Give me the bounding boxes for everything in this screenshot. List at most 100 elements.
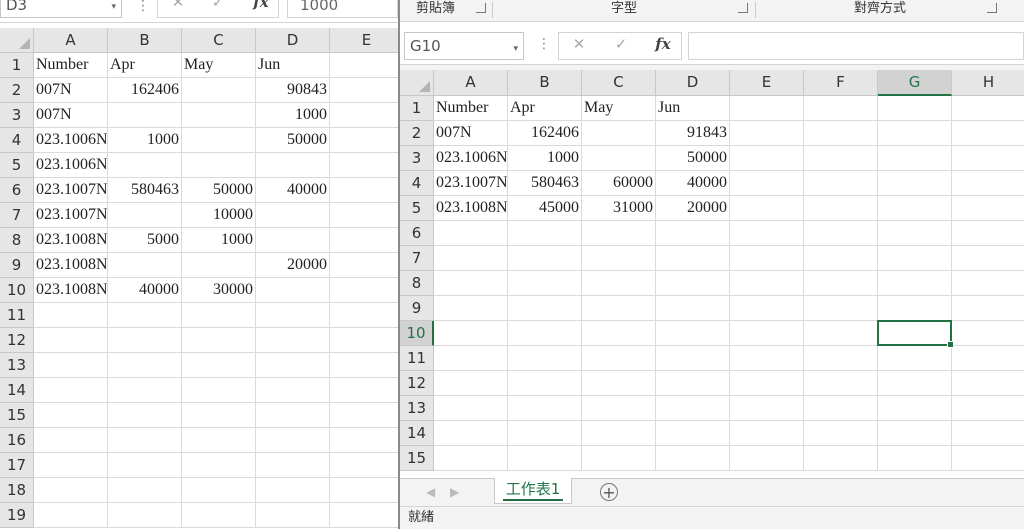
column-header-e[interactable]: E: [330, 28, 398, 53]
row-header-4[interactable]: 4: [0, 128, 34, 153]
cell-a7[interactable]: 023.1007N: [34, 203, 108, 228]
cell-c11[interactable]: [182, 303, 256, 328]
fill-handle[interactable]: [947, 341, 954, 348]
row-header-13[interactable]: 13: [0, 353, 34, 378]
cell-e15[interactable]: [730, 446, 804, 471]
column-header-d[interactable]: D: [256, 28, 330, 53]
cell-a12[interactable]: [34, 328, 108, 353]
scroll-left-icon[interactable]: ◀: [426, 485, 435, 499]
row-header-9[interactable]: 9: [0, 253, 34, 278]
cell-c14[interactable]: [182, 378, 256, 403]
column-header-e[interactable]: E: [730, 70, 804, 96]
cell-h3[interactable]: [952, 146, 1024, 171]
cell-f10[interactable]: [804, 321, 878, 346]
cell-d18[interactable]: [256, 478, 330, 503]
cell-e14[interactable]: [730, 421, 804, 446]
cell-b1[interactable]: Apr: [108, 53, 182, 78]
cell-c13[interactable]: [182, 353, 256, 378]
cell-g4[interactable]: [878, 171, 952, 196]
cell-a10[interactable]: 023.1008N: [34, 278, 108, 303]
cell-c8[interactable]: 1000: [182, 228, 256, 253]
cell-d8[interactable]: [256, 228, 330, 253]
scroll-right-icon[interactable]: ▶: [450, 485, 459, 499]
cell-a17[interactable]: [34, 453, 108, 478]
column-header-b[interactable]: B: [508, 70, 582, 96]
column-header-f[interactable]: F: [804, 70, 878, 96]
cell-c17[interactable]: [182, 453, 256, 478]
cell-e13[interactable]: [330, 353, 398, 378]
cell-b5[interactable]: [108, 153, 182, 178]
cell-f15[interactable]: [804, 446, 878, 471]
cell-e12[interactable]: [730, 371, 804, 396]
cell-a19[interactable]: [34, 503, 108, 528]
cell-b4[interactable]: 1000: [108, 128, 182, 153]
cell-e10[interactable]: [330, 278, 398, 303]
dialog-launcher-icon[interactable]: [738, 3, 748, 13]
cell-e3[interactable]: [730, 146, 804, 171]
row-header-7[interactable]: 7: [0, 203, 34, 228]
cell-b15[interactable]: [508, 446, 582, 471]
cell-d14[interactable]: [256, 378, 330, 403]
cell-h11[interactable]: [952, 346, 1024, 371]
cell-h12[interactable]: [952, 371, 1024, 396]
cell-e11[interactable]: [730, 346, 804, 371]
cell-b11[interactable]: [508, 346, 582, 371]
row-header-2[interactable]: 2: [0, 78, 34, 103]
cell-e1[interactable]: [730, 96, 804, 121]
cell-f6[interactable]: [804, 221, 878, 246]
cell-c19[interactable]: [182, 503, 256, 528]
cell-g2[interactable]: [878, 121, 952, 146]
row-header-3[interactable]: 3: [0, 103, 34, 128]
cell-d13[interactable]: [256, 353, 330, 378]
cell-c6[interactable]: 50000: [182, 178, 256, 203]
cell-c11[interactable]: [582, 346, 656, 371]
cell-e12[interactable]: [330, 328, 398, 353]
cell-a13[interactable]: [34, 353, 108, 378]
cell-a14[interactable]: [34, 378, 108, 403]
cell-d11[interactable]: [656, 346, 730, 371]
cell-b10[interactable]: 40000: [108, 278, 182, 303]
cell-d1[interactable]: Jun: [656, 96, 730, 121]
cell-e10[interactable]: [730, 321, 804, 346]
cancel-icon[interactable]: ✕: [168, 0, 188, 11]
cell-e1[interactable]: [330, 53, 398, 78]
cell-d12[interactable]: [256, 328, 330, 353]
cell-a5[interactable]: 023.1006N: [34, 153, 108, 178]
cell-e9[interactable]: [730, 296, 804, 321]
cell-d16[interactable]: [256, 428, 330, 453]
cell-d3[interactable]: 1000: [256, 103, 330, 128]
cell-a3[interactable]: 007N: [34, 103, 108, 128]
column-header-a[interactable]: A: [434, 70, 508, 96]
row-header-12[interactable]: 12: [0, 328, 34, 353]
cell-c12[interactable]: [182, 328, 256, 353]
cell-a7[interactable]: [434, 246, 508, 271]
cell-a9[interactable]: [434, 296, 508, 321]
cell-c18[interactable]: [182, 478, 256, 503]
cell-a1[interactable]: Number: [434, 96, 508, 121]
column-header-d[interactable]: D: [656, 70, 730, 96]
cell-a1[interactable]: Number: [34, 53, 108, 78]
column-header-c[interactable]: C: [182, 28, 256, 53]
cell-g13[interactable]: [878, 396, 952, 421]
cell-e3[interactable]: [330, 103, 398, 128]
cell-a15[interactable]: [34, 403, 108, 428]
row-header-3[interactable]: 3: [400, 146, 434, 171]
cell-b9[interactable]: [108, 253, 182, 278]
cell-b14[interactable]: [508, 421, 582, 446]
row-header-18[interactable]: 18: [0, 478, 34, 503]
chevron-down-icon[interactable]: ▾: [111, 0, 116, 19]
cell-e15[interactable]: [330, 403, 398, 428]
drag-handle-icon[interactable]: ⋮: [136, 0, 150, 14]
row-header-12[interactable]: 12: [400, 371, 434, 396]
cell-e5[interactable]: [330, 153, 398, 178]
cell-c8[interactable]: [582, 271, 656, 296]
row-header-10[interactable]: 10: [400, 321, 434, 346]
cell-e8[interactable]: [730, 271, 804, 296]
cell-e2[interactable]: [330, 78, 398, 103]
cell-e6[interactable]: [330, 178, 398, 203]
chevron-down-icon[interactable]: ▾: [513, 36, 518, 62]
cell-e5[interactable]: [730, 196, 804, 221]
cell-g5[interactable]: [878, 196, 952, 221]
cell-f14[interactable]: [804, 421, 878, 446]
cell-c14[interactable]: [582, 421, 656, 446]
